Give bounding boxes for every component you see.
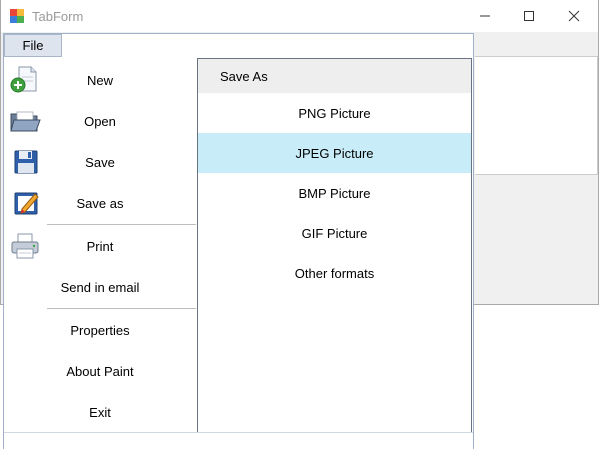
menu-item-send-in-email[interactable]: Send in email [4, 267, 197, 307]
tab-content-panel [475, 56, 598, 175]
app-icon [10, 9, 24, 23]
menu-item-save[interactable]: Save [4, 142, 197, 182]
menu-item-label: Send in email [60, 279, 140, 295]
file-menu-backstage: File New Open Save Save as Print Send in… [3, 33, 474, 449]
menu-item-save-as[interactable]: Save as [4, 183, 197, 223]
menu-item-open[interactable]: Open [4, 101, 197, 141]
file-menu-nav: New Open Save Save as Print Send in emai… [4, 58, 197, 432]
menu-item-label: New [86, 72, 113, 88]
printer-icon [11, 233, 39, 259]
menu-item-label: Open [84, 113, 116, 129]
save-as-option-label: JPEG Picture [295, 145, 374, 161]
menu-item-label: About Paint [66, 363, 134, 379]
menu-item-label: Exit [89, 404, 111, 420]
save-as-option-jpeg[interactable]: JPEG Picture [198, 133, 471, 173]
menu-item-exit[interactable]: Exit [4, 392, 197, 432]
floppy-disk-icon [14, 150, 38, 174]
save-as-option-label: Other formats [294, 265, 375, 281]
minimize-button[interactable] [462, 0, 508, 32]
title-bar[interactable]: TabForm [1, 0, 598, 32]
save-as-header-label: Save As [220, 69, 268, 84]
menu-item-label: Print [86, 238, 114, 254]
menu-item-properties[interactable]: Properties [4, 310, 197, 350]
open-folder-icon [10, 111, 41, 132]
save-as-option-png[interactable]: PNG Picture [198, 93, 471, 133]
save-as-option-label: PNG Picture [298, 105, 371, 121]
menu-separator [47, 224, 196, 225]
save-as-pencil-icon [14, 192, 39, 215]
close-button[interactable] [551, 0, 597, 32]
close-icon [568, 10, 580, 22]
file-menu-button[interactable]: File [4, 34, 62, 57]
save-as-option-label: BMP Picture [298, 185, 371, 201]
maximize-icon [524, 11, 534, 21]
save-as-panel: Save As PNG Picture JPEG Picture BMP Pic… [197, 58, 472, 434]
file-menu-label: File [22, 38, 44, 53]
menu-item-new[interactable]: New [4, 60, 197, 100]
save-as-option-other-formats[interactable]: Other formats [198, 253, 471, 293]
menu-item-print[interactable]: Print [4, 226, 197, 266]
minimize-icon [480, 15, 490, 17]
menu-item-label: Save [85, 154, 115, 170]
maximize-button[interactable] [506, 0, 552, 32]
menu-separator [47, 308, 196, 309]
menu-item-label: Save as [76, 195, 124, 211]
menu-item-label: Properties [70, 322, 130, 338]
save-as-header: Save As [198, 59, 471, 93]
save-as-option-gif[interactable]: GIF Picture [198, 213, 471, 253]
backstage-footer [4, 432, 473, 449]
save-as-option-label: GIF Picture [301, 225, 368, 241]
save-as-option-bmp[interactable]: BMP Picture [198, 173, 471, 213]
window-title: TabForm [32, 9, 84, 24]
menu-item-about-paint[interactable]: About Paint [4, 351, 197, 391]
new-document-icon [10, 66, 37, 93]
